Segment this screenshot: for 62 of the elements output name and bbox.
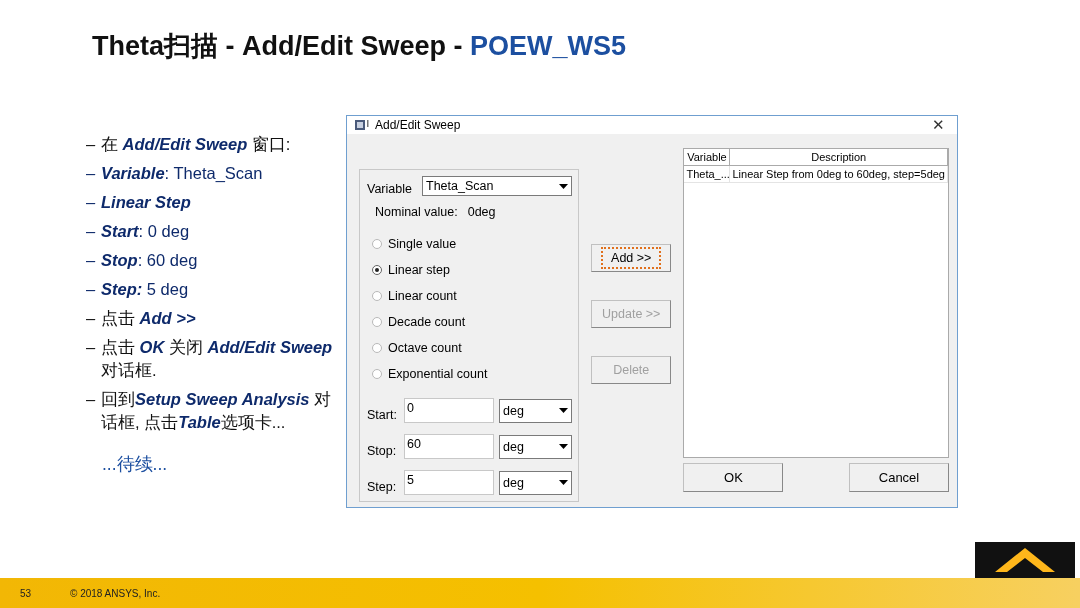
range-label: Stop: [367,442,398,458]
bullet-text: Step: 5 deg [101,279,189,300]
bullet-mark: – [86,163,97,184]
bullet-text: Start: 0 deg [101,221,190,242]
bullet-mark: – [86,134,97,155]
bullet-text: 点击 Add >> [101,308,196,329]
variable-dropdown[interactable]: Theta_Scan [422,176,572,196]
logo-icon [975,542,1075,578]
option-label[interactable]: Single value [388,237,457,251]
bullet-text: 点击 OK 关闭 Add/Edit Sweep 对话框. [101,337,334,381]
nominal-value: 0deg [467,205,496,219]
option-label[interactable]: Linear count [388,289,457,303]
dialog-button[interactable]: OK [683,463,784,492]
column-header[interactable]: Variable [684,149,731,166]
bullet-mark: – [86,308,97,329]
table-cell: Theta_... [684,166,731,183]
bullet-mark: – [86,192,97,213]
continued-text: ...待续... [102,453,168,476]
bullet-mark: – [86,221,97,242]
bullet-text: 回到Setup Sweep Analysis 对话框, 点击Table选项卡... [101,389,333,433]
page-number: 53 [20,587,33,599]
input-field[interactable]: 0 [404,398,494,423]
bullet-text: 在 Add/Edit Sweep 窗口: [101,134,291,155]
table-cell: Linear Step from 0deg to 60deg, step=5deg [730,166,948,183]
radio-button[interactable] [372,265,382,275]
dropdown-arrow-icon [558,408,568,413]
dialog-button[interactable]: Cancel [849,463,949,492]
bullet-mark: – [86,389,97,410]
window-icon [355,119,369,131]
option-label[interactable]: Octave count [388,341,462,355]
bullet-mark: – [86,250,97,271]
close-button[interactable]: ✕ [928,116,949,134]
radio-button[interactable] [372,239,382,249]
option-label[interactable]: Exponential count [388,367,488,381]
option-label[interactable]: Linear step [388,263,450,277]
input-field[interactable]: 60 [404,434,494,459]
bullet-mark: – [86,337,97,358]
nominal-label: Nominal value: [375,205,458,219]
bullet-mark: – [86,279,97,300]
dropdown-arrow-icon [558,480,568,485]
radio-button[interactable] [372,291,382,301]
dropdown-arrow-icon [558,444,568,449]
radio-button[interactable] [372,317,382,327]
range-label: Step: [367,478,398,494]
unit-dropdown[interactable]: deg [499,434,572,459]
unit-dropdown[interactable]: deg [499,398,572,423]
variable-label: Variable [367,181,412,196]
action-button[interactable]: Add >> [591,244,672,272]
option-label[interactable]: Decade count [388,315,466,329]
copyright-text: © 2018 ANSYS, Inc. [70,587,161,599]
bullet-text: Stop: 60 deg [101,250,198,271]
dropdown-arrow-icon [558,183,568,189]
window-title: Add/Edit Sweep [375,118,462,132]
range-label: Start: [367,406,398,422]
radio-button[interactable] [372,369,382,379]
slide-title: Theta扫描 - Add/Edit Sweep - POEW_WS5 [92,30,627,63]
input-field[interactable]: 5 [404,470,494,495]
bullet-text: Linear Step [101,192,191,213]
bullet-text: Variable: Theta_Scan [101,163,263,184]
unit-dropdown[interactable]: deg [499,470,572,495]
radio-button[interactable] [372,343,382,353]
column-header[interactable]: Description [730,149,948,166]
